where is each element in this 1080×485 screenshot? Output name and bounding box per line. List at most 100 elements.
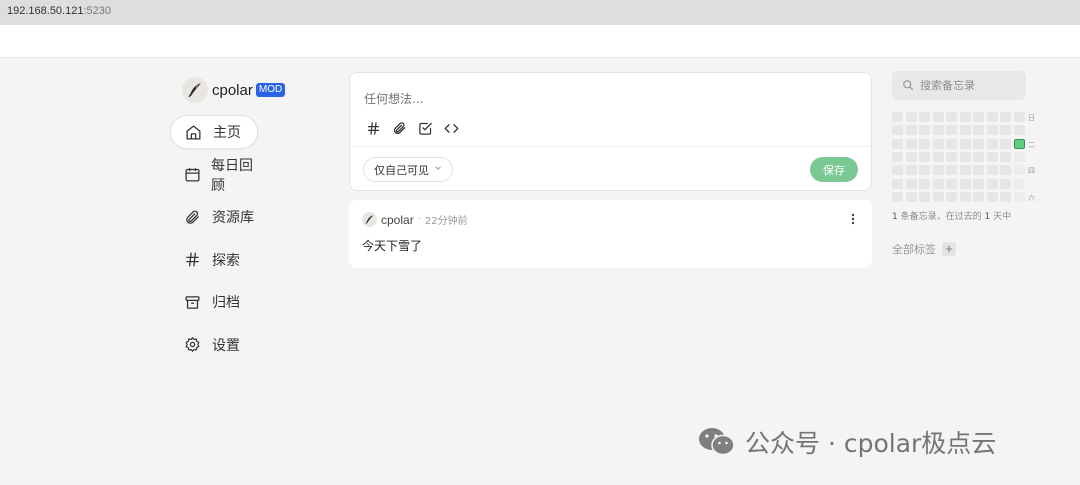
quill-icon — [365, 215, 374, 224]
search-input[interactable] — [920, 79, 1020, 92]
heatmap-cell[interactable] — [919, 165, 930, 176]
heatmap-cell[interactable] — [1013, 125, 1025, 136]
calendar-icon — [184, 166, 201, 184]
add-tag-button[interactable] — [942, 242, 956, 256]
memo-author[interactable]: cpolar — [381, 213, 414, 227]
heatmap-cell[interactable] — [973, 178, 984, 189]
heatmap-cell[interactable] — [973, 138, 984, 149]
memo-search[interactable] — [892, 71, 1026, 100]
heatmap-cell[interactable] — [1000, 191, 1011, 202]
heatmap-cell[interactable] — [919, 178, 930, 189]
heatmap-cell[interactable] — [959, 138, 971, 149]
tags-section: 全部标签 — [892, 241, 956, 257]
heatmap-cell[interactable] — [973, 112, 984, 122]
heatmap-cell[interactable] — [1000, 125, 1011, 136]
address-bar[interactable]: 192.168.50.121:5230 — [0, 0, 1080, 25]
heatmap-cell[interactable] — [986, 191, 998, 202]
brand[interactable]: cpolar MOD — [182, 76, 320, 104]
nav-item-label: 资源库 — [212, 210, 254, 226]
heatmap-cell[interactable] — [986, 151, 998, 162]
heatmap-cell[interactable] — [959, 125, 971, 136]
heatmap-cell[interactable] — [919, 191, 930, 202]
heatmap-cell[interactable] — [959, 112, 971, 122]
heatmap-cell[interactable] — [892, 151, 903, 162]
heatmap-cell[interactable] — [892, 125, 903, 136]
heatmap-cell[interactable] — [892, 191, 903, 202]
heatmap-cell[interactable] — [1013, 112, 1025, 122]
heatmap-cell[interactable] — [919, 112, 930, 122]
heatmap-cell[interactable] — [973, 125, 984, 136]
heatmap-cell[interactable] — [986, 112, 998, 122]
heatmap-cell[interactable] — [905, 178, 917, 189]
nav-item-daily-review[interactable]: 每日回顾 — [170, 158, 258, 194]
heatmap-cell[interactable] — [905, 191, 917, 202]
heatmap-cell[interactable] — [1000, 178, 1011, 189]
heatmap-cell[interactable] — [905, 112, 917, 122]
nav-item-resources[interactable]: 资源库 — [170, 200, 258, 234]
heatmap-cell[interactable] — [905, 151, 917, 162]
heatmap-cell[interactable] — [1000, 112, 1011, 122]
heatmap-cell[interactable] — [919, 138, 930, 149]
heatmap-cell[interactable] — [932, 191, 944, 202]
heatmap-cell[interactable] — [932, 151, 944, 162]
checkbox-icon[interactable] — [417, 120, 433, 136]
heatmap-cell[interactable] — [986, 138, 998, 149]
heatmap-cell[interactable] — [986, 178, 998, 189]
heatmap-cell[interactable] — [1000, 151, 1011, 162]
heatmap-cell[interactable] — [946, 138, 957, 149]
heatmap-cell[interactable] — [905, 165, 917, 176]
paperclip-icon[interactable] — [391, 120, 407, 136]
heatmap-cell[interactable] — [905, 125, 917, 136]
watermark-text: 公众号 · cpolar极点云 — [745, 429, 997, 458]
heatmap-cell[interactable] — [973, 165, 984, 176]
heatmap-cell[interactable] — [1000, 165, 1011, 176]
heatmap-cell[interactable] — [932, 165, 944, 176]
heatmap-cell[interactable] — [959, 165, 971, 176]
brand-name: cpolar — [212, 81, 253, 99]
hash-icon — [184, 251, 202, 269]
memo-separator: · — [417, 214, 421, 225]
heatmap-cell[interactable] — [959, 178, 971, 189]
heatmap-cell[interactable] — [986, 125, 998, 136]
heatmap-cell[interactable] — [932, 125, 944, 136]
nav-item-home[interactable]: 主页 — [170, 115, 258, 149]
heatmap-cell[interactable] — [959, 151, 971, 162]
hash-icon[interactable] — [365, 120, 381, 136]
heatmap-cell[interactable] — [973, 151, 984, 162]
heatmap-cell[interactable] — [892, 138, 903, 149]
heatmap-cell[interactable] — [946, 151, 957, 162]
heatmap-cell[interactable] — [959, 191, 971, 202]
heatmap-cell[interactable] — [892, 165, 903, 176]
heatmap-cell[interactable] — [892, 178, 903, 189]
stats-text: 条备忘录，在过去的 — [897, 212, 985, 222]
heatmap-cell[interactable] — [946, 191, 957, 202]
code-icon[interactable] — [443, 120, 459, 136]
heatmap-cell[interactable] — [946, 125, 957, 136]
editor-divider — [350, 146, 871, 147]
heatmap-cell[interactable] — [946, 178, 957, 189]
more-options-icon[interactable] — [847, 212, 859, 226]
visibility-select[interactable]: 仅自己可见 — [363, 157, 453, 182]
heatmap-cell[interactable] — [1000, 138, 1011, 149]
heatmap-cell[interactable] — [932, 112, 944, 122]
nav-item-settings[interactable]: 设置 — [170, 328, 258, 362]
heatmap-cell[interactable] — [986, 165, 998, 176]
memo-input[interactable] — [364, 92, 844, 106]
heatmap-cell[interactable] — [919, 125, 930, 136]
nav-item-archive[interactable]: 归档 — [170, 285, 258, 319]
heatmap-cell[interactable] — [946, 165, 957, 176]
weekday-label: 六 — [1028, 193, 1035, 202]
heatmap-cell[interactable] — [973, 191, 984, 202]
heatmap-cell[interactable] — [892, 112, 903, 122]
heatmap-cell[interactable] — [946, 112, 957, 122]
visibility-label: 仅自己可见 — [374, 163, 429, 177]
heatmap-cell[interactable] — [932, 178, 944, 189]
paperclip-icon — [184, 208, 202, 226]
nav-item-explore[interactable]: 探索 — [170, 243, 258, 277]
heatmap-cell[interactable] — [905, 138, 917, 149]
heatmap-cell[interactable] — [919, 151, 930, 162]
save-button[interactable]: 保存 — [810, 157, 858, 182]
memo-timestamp[interactable]: 22分钟前 — [425, 212, 468, 227]
heatmap-cell[interactable] — [932, 138, 944, 149]
heatmap-cell-active[interactable] — [1013, 138, 1025, 149]
